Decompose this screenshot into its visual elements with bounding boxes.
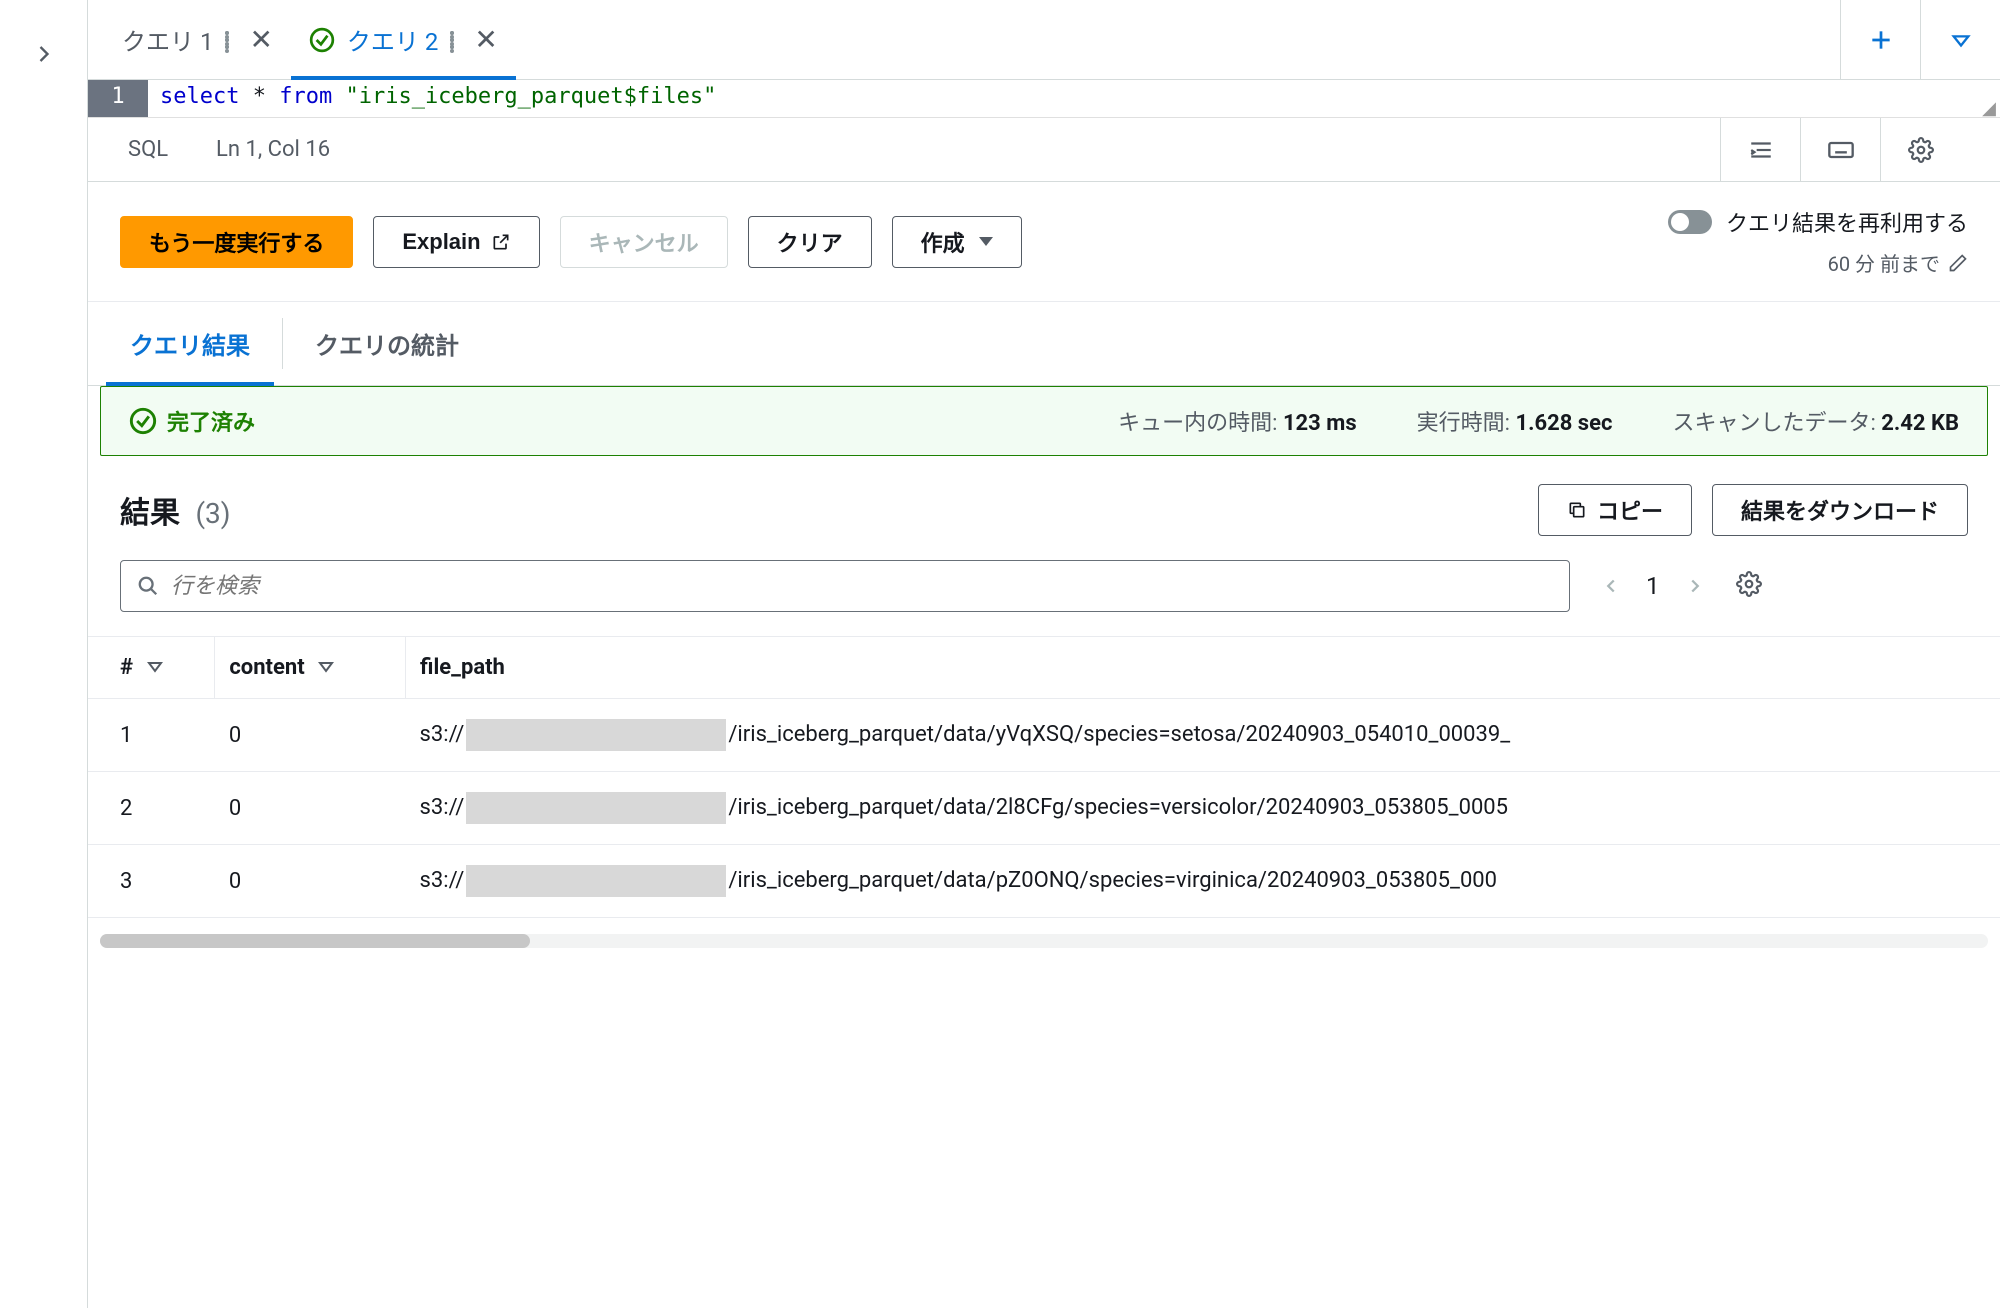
sql-code: select * from "iris_iceberg_parquet$file… [148, 80, 2000, 117]
cell-content: 0 [215, 699, 406, 772]
table-row[interactable]: 10s3:///iris_iceberg_parquet/data/yVqXSQ… [88, 699, 2000, 772]
success-icon [309, 27, 335, 53]
cell-content: 0 [215, 772, 406, 845]
chevron-right-icon[interactable] [1684, 575, 1706, 597]
col-file-path[interactable]: file_path [406, 637, 2000, 699]
completed-label: 完了済み [167, 405, 255, 437]
scrollbar-thumb[interactable] [100, 934, 530, 948]
search-row: 1 [88, 560, 2000, 636]
language-label: SQL [128, 137, 168, 162]
resize-handle-icon[interactable]: ◢ [1982, 98, 1996, 119]
cell-file-path: s3:///iris_iceberg_parquet/data/2l8CFg/s… [406, 772, 2000, 845]
tab-label: クエリ 2 [347, 22, 438, 57]
format-button[interactable] [1720, 118, 1800, 182]
cell-file-path: s3:///iris_iceberg_parquet/data/yVqXSQ/s… [406, 699, 2000, 772]
close-icon[interactable]: ✕ [466, 23, 497, 56]
result-tabs: クエリ結果 クエリの統計 [88, 302, 2000, 386]
redacted-block [466, 719, 726, 751]
reuse-toggle-row[interactable]: クエリ結果を再利用する [1668, 206, 1968, 238]
action-bar: もう一度実行する Explain キャンセル クリア 作成 クエリ結果を再利用す… [88, 182, 2000, 302]
horizontal-scrollbar[interactable] [100, 934, 1988, 948]
tab-query-1[interactable]: クエリ 1 ✕ [104, 0, 291, 79]
table-settings-button[interactable] [1736, 571, 1762, 601]
add-tab-button[interactable] [1840, 0, 1920, 80]
col-content[interactable]: content [215, 637, 406, 699]
cancel-button: キャンセル [560, 216, 728, 268]
sort-icon [147, 655, 163, 680]
status-banner: 完了済み キュー内の時間: 123 ms 実行時間: 1.628 sec スキャ… [100, 386, 1988, 456]
tab-menu-button[interactable] [1920, 0, 2000, 80]
sql-editor[interactable]: 1 select * from "iris_iceberg_parquet$fi… [88, 80, 2000, 118]
tab-query-2[interactable]: クエリ 2 ✕ [291, 0, 516, 79]
edit-icon [1948, 253, 1968, 273]
tab-query-stats[interactable]: クエリの統計 [291, 302, 483, 385]
search-input[interactable] [171, 573, 1553, 599]
cursor-position: Ln 1, Col 16 [216, 137, 330, 162]
close-icon[interactable]: ✕ [241, 23, 272, 56]
explain-button[interactable]: Explain [373, 216, 539, 268]
run-again-button[interactable]: もう一度実行する [120, 216, 353, 268]
left-rail-expand[interactable] [0, 0, 88, 1308]
chevron-right-icon [30, 40, 58, 68]
copy-icon [1567, 500, 1587, 520]
cell-index: 3 [88, 845, 215, 918]
results-count: (3) [195, 497, 230, 530]
pager: 1 [1600, 572, 1706, 600]
toggle-off-icon[interactable] [1668, 210, 1712, 234]
sort-icon [318, 655, 334, 680]
reuse-sub-row[interactable]: 60 分 前まで [1828, 248, 1968, 277]
success-icon [129, 407, 157, 435]
search-input-wrapper[interactable] [120, 560, 1570, 612]
chevron-left-icon[interactable] [1600, 575, 1622, 597]
drag-handle-icon [450, 31, 454, 49]
search-icon [137, 575, 159, 597]
cell-index: 2 [88, 772, 215, 845]
editor-status-bar: SQL Ln 1, Col 16 [88, 118, 2000, 182]
tab-separator [282, 318, 283, 369]
redacted-block [466, 792, 726, 824]
keyboard-button[interactable] [1800, 118, 1880, 182]
page-number: 1 [1646, 572, 1660, 600]
external-link-icon [491, 232, 511, 252]
create-button[interactable]: 作成 [892, 216, 1022, 268]
line-number: 1 [88, 80, 148, 117]
results-table: # content file_path 10s3:///iris_iceberg… [88, 636, 2000, 918]
tab-label: クエリ 1 [122, 22, 213, 57]
clear-button[interactable]: クリア [748, 216, 872, 268]
drag-handle-icon [225, 31, 229, 49]
col-index[interactable]: # [88, 637, 215, 699]
results-table-wrapper: # content file_path 10s3:///iris_iceberg… [88, 636, 2000, 926]
cell-index: 1 [88, 699, 215, 772]
cell-content: 0 [215, 845, 406, 918]
download-button[interactable]: 結果をダウンロード [1712, 484, 1968, 536]
results-header: 結果 (3) コピー 結果をダウンロード [88, 472, 2000, 560]
copy-button[interactable]: コピー [1538, 484, 1692, 536]
results-title: 結果 [120, 496, 180, 531]
table-row[interactable]: 20s3:///iris_iceberg_parquet/data/2l8CFg… [88, 772, 2000, 845]
reuse-label: クエリ結果を再利用する [1726, 206, 1968, 238]
tab-query-results[interactable]: クエリ結果 [106, 302, 274, 385]
query-tabs: クエリ 1 ✕ クエリ 2 ✕ [88, 0, 2000, 80]
redacted-block [466, 865, 726, 897]
table-row[interactable]: 30s3:///iris_iceberg_parquet/data/pZ0ONQ… [88, 845, 2000, 918]
cell-file-path: s3:///iris_iceberg_parquet/data/pZ0ONQ/s… [406, 845, 2000, 918]
settings-button[interactable] [1880, 118, 1960, 182]
caret-down-icon [979, 237, 993, 246]
